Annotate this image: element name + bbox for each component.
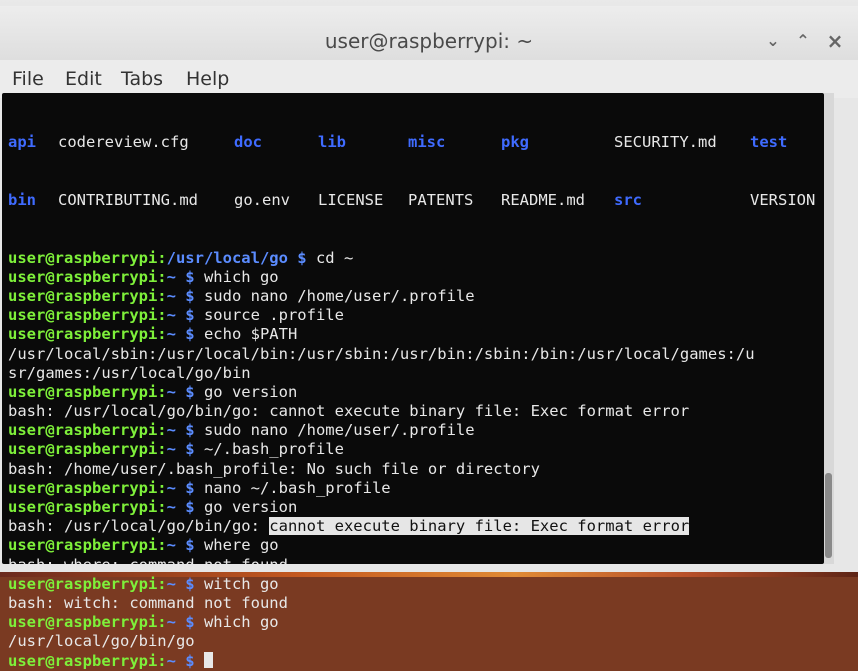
maximize-button[interactable]: ⌃ [794, 32, 812, 50]
output-line: sr/games:/usr/local/go/bin [8, 363, 251, 382]
ls-directory: bin [8, 191, 36, 209]
prompt-line: user@raspberrypi:~ $ where go [8, 536, 824, 555]
prompt-line: user@raspberrypi:~ $ which go [8, 268, 824, 287]
prompt-line: user@raspberrypi:~ $ echo $PATH [8, 325, 824, 344]
output-line: bash: /usr/local/go/bin/go: cannot execu… [8, 517, 824, 536]
output-line: /usr/local/go/bin/go [8, 632, 195, 651]
command-text: source .profile [194, 306, 344, 325]
ls-directory: src [614, 191, 642, 209]
ls-file: CONTRIBUTING.md [58, 191, 198, 209]
close-button[interactable]: × [826, 31, 844, 51]
ls-file: go.env [234, 191, 290, 209]
output-text: bash: /usr/local/go/bin/go: [8, 517, 270, 536]
selected-text[interactable]: cannot execute binary file: Exec format … [269, 517, 690, 536]
prompt-path: ~ $ [166, 498, 195, 517]
ls-directory: doc [234, 133, 262, 152]
prompt-path: ~ $ [166, 267, 195, 286]
prompt-user: user@raspberrypi: [8, 248, 167, 267]
prompt-line: user@raspberrypi:~ $ sudo nano /home/use… [8, 287, 824, 306]
prompt-line: user@raspberrypi:/usr/local/go $ cd ~ [8, 249, 824, 268]
prompt-user: user@raspberrypi: [8, 651, 167, 670]
terminal-output[interactable]: api codereview.cfg doc lib misc pkg SECURITY.m… [2, 93, 824, 670]
ls-directory: test [750, 133, 788, 152]
command-text [195, 652, 204, 670]
prompt-user: user@raspberrypi: [8, 613, 167, 632]
command-text: which go [194, 267, 279, 286]
prompt-line: user@raspberrypi:~ $ go version [8, 498, 824, 517]
prompt-path: ~ $ [166, 286, 195, 305]
terminal-lines: api codereview.cfg doc lib misc pkg SECURITY.m… [8, 95, 824, 671]
prompt-line: user@raspberrypi:~ $ source .profile [8, 306, 824, 325]
output-line: bash: where: command not found [8, 555, 288, 574]
output-line: bash: /usr/local/go/bin/go: cannot execu… [8, 402, 690, 421]
prompt-path: ~ $ [166, 651, 195, 670]
ls-file: LICENSE [318, 191, 384, 209]
output-line: bash: /home/user/.bash_profile: No such … [8, 459, 540, 478]
prompt-path: ~ $ [166, 421, 195, 440]
ls-row: api codereview.cfg doc lib misc pkg SECURITY.m… [8, 133, 824, 152]
prompt-line: user@raspberrypi:~ $ sudo nano /home/use… [8, 421, 824, 440]
window-title: user@raspberrypi: ~ [324, 29, 534, 53]
prompt-user: user@raspberrypi: [8, 478, 167, 497]
prompt-user: user@raspberrypi: [8, 498, 167, 517]
prompt-line: user@raspberrypi:~ $ [8, 651, 824, 671]
prompt-user: user@raspberrypi: [8, 286, 167, 305]
prompt-user: user@raspberrypi: [8, 574, 167, 593]
prompt-line: user@raspberrypi:~ $ go version [8, 383, 824, 402]
prompt-path: ~ $ [166, 574, 195, 593]
prompt-line: user@raspberrypi:~ $ which go [8, 613, 824, 632]
prompt-path: ~ $ [166, 382, 195, 401]
command-text: sudo nano /home/user/.profile [194, 421, 475, 440]
ls-file: PATENTS [408, 191, 474, 209]
menu-tabs[interactable]: Tabs [121, 68, 163, 90]
menu-help[interactable]: Help [186, 68, 229, 90]
scrollbar-thumb[interactable] [825, 473, 832, 558]
prompt-path: ~ $ [166, 613, 195, 632]
menu-edit[interactable]: Edit [65, 68, 102, 90]
prompt-line: user@raspberrypi:~ $ nano ~/.bash_profil… [8, 479, 824, 498]
output-line: /usr/local/sbin:/usr/local/bin:/usr/sbin… [8, 344, 755, 363]
prompt-path: ~ $ [166, 306, 195, 325]
command-text: cd ~ [306, 248, 354, 267]
ls-directory: pkg [501, 133, 529, 152]
prompt-user: user@raspberrypi: [8, 382, 167, 401]
ls-file: SECURITY.md [614, 133, 717, 152]
prompt-user: user@raspberrypi: [8, 325, 167, 344]
prompt-user: user@raspberrypi: [8, 267, 167, 286]
command-text: where go [194, 536, 279, 555]
terminal-scrollbar[interactable] [824, 93, 834, 564]
ls-row: bin CONTRIBUTING.md go.env LICENSE PATENTS RE… [8, 191, 824, 210]
command-text: go version [194, 498, 298, 517]
ls-directory: api [8, 133, 36, 152]
output-line: bash: witch: command not found [8, 593, 288, 612]
prompt-path: ~ $ [166, 325, 195, 344]
prompt-path: ~ $ [166, 478, 195, 497]
ls-file: codereview.cfg [58, 133, 189, 152]
prompt-user: user@raspberrypi: [8, 536, 167, 555]
menu-file[interactable]: File [12, 68, 44, 90]
prompt-path: /usr/local/go $ [166, 248, 307, 267]
prompt-user: user@raspberrypi: [8, 440, 167, 459]
command-text: witch go [194, 574, 279, 593]
prompt-path: ~ $ [166, 536, 195, 555]
command-text: nano ~/.bash_profile [194, 478, 391, 497]
ls-file: VERSION [750, 191, 816, 209]
command-text: go version [194, 382, 298, 401]
command-text: sudo nano /home/user/.profile [194, 286, 475, 305]
command-text: echo $PATH [194, 325, 298, 344]
ls-directory: misc [408, 133, 446, 152]
minimize-button[interactable]: ⌄ [764, 32, 782, 50]
prompt-user: user@raspberrypi: [8, 306, 167, 325]
prompt-line: user@raspberrypi:~ $ ~/.bash_profile [8, 440, 824, 459]
command-text: which go [194, 613, 279, 632]
ls-directory: lib [318, 133, 346, 152]
prompt-line: user@raspberrypi:~ $ witch go [8, 575, 824, 594]
prompt-user: user@raspberrypi: [8, 421, 167, 440]
text-cursor [203, 651, 213, 668]
command-text: ~/.bash_profile [194, 440, 344, 459]
prompt-path: ~ $ [166, 440, 195, 459]
ls-file: README.md [501, 191, 585, 209]
title-bar[interactable]: user@raspberrypi: ~ ⌄ ⌃ × [0, 6, 858, 60]
